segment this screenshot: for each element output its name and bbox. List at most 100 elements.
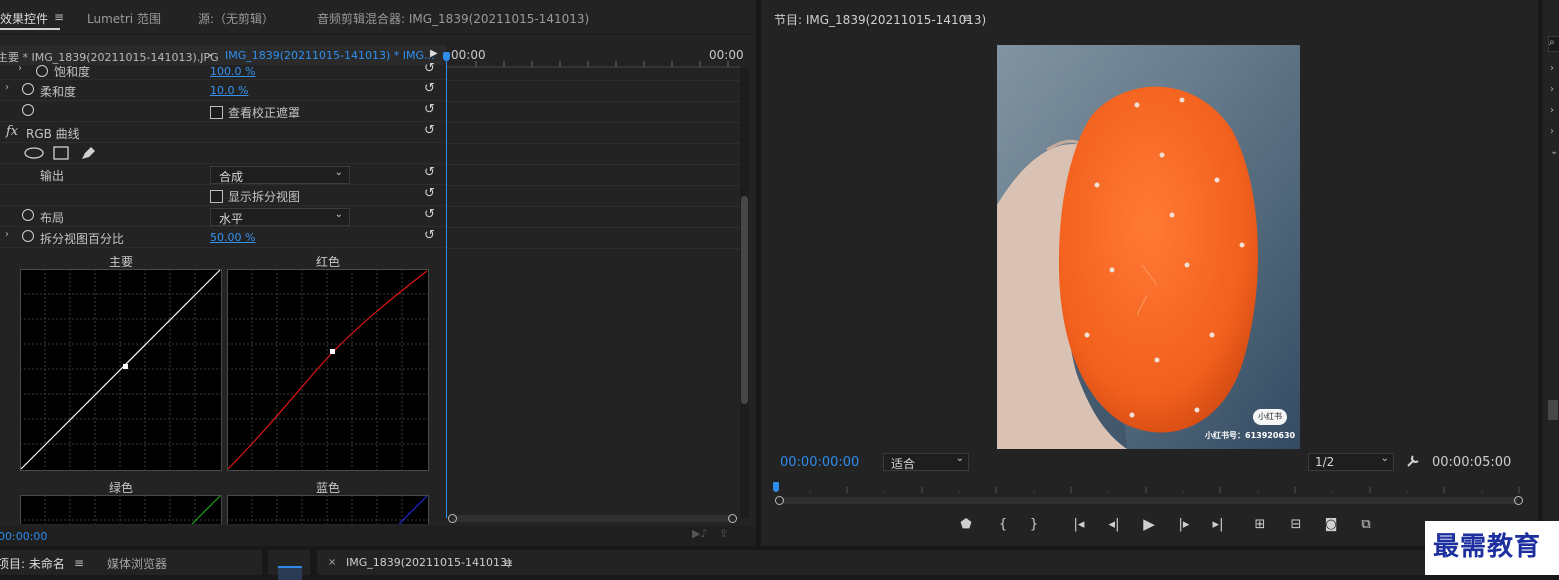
sequence-panel-menu-icon[interactable]: ≡: [503, 556, 513, 570]
tab-media-browser[interactable]: 媒体浏览器: [107, 555, 167, 572]
tab-label: 源:（无剪辑）: [198, 12, 275, 26]
horizontal-scrollbar[interactable]: [452, 515, 732, 522]
go-to-in-button[interactable]: |◂: [1069, 517, 1089, 532]
audio-icon[interactable]: ▶♪: [692, 527, 707, 540]
chevron-down-icon[interactable]: ⌄: [206, 48, 214, 59]
program-playhead[interactable]: [773, 482, 779, 492]
view-mask-label: 查看校正遮罩: [228, 106, 301, 120]
reset-icon[interactable]: ↺: [424, 186, 435, 201]
stopwatch-icon[interactable]: [22, 209, 34, 221]
chevron-down-icon[interactable]: ⌄: [1550, 146, 1558, 157]
output-dropdown-value: 合成: [219, 170, 244, 184]
reset-icon[interactable]: ↺: [424, 102, 435, 117]
effect-controls-timecode[interactable]: 00:00:00: [0, 530, 47, 543]
reset-icon[interactable]: ↺: [424, 81, 435, 96]
stopwatch-icon[interactable]: [36, 65, 48, 77]
wrench-icon[interactable]: [1406, 454, 1420, 468]
stopwatch-icon[interactable]: [22, 83, 34, 95]
step-back-button[interactable]: ◂|: [1104, 517, 1124, 532]
saturation-value[interactable]: 100.0 %: [210, 65, 255, 78]
split-view-checkbox[interactable]: [210, 190, 223, 203]
tab-audio-clip-mixer[interactable]: 音频剪辑混合器: IMG_1839(20211015-141013): [317, 10, 589, 27]
insert-button[interactable]: ⊞: [1250, 517, 1270, 532]
expand-chevron-icon[interactable]: ›: [5, 82, 9, 93]
expand-chevron-icon[interactable]: ›: [18, 63, 22, 74]
resolution-dropdown[interactable]: 1/2 ⌄: [1308, 453, 1394, 471]
video-frame[interactable]: 小红书 小红书号：613920630: [997, 45, 1300, 449]
blue-curve-graph[interactable]: [227, 495, 429, 524]
ellipse-mask-icon[interactable]: [24, 147, 44, 159]
project-panel-menu-icon[interactable]: ≡: [74, 556, 84, 570]
selection-tool-icon[interactable]: [278, 566, 302, 580]
chevron-right-icon[interactable]: ›: [1550, 84, 1554, 95]
layout-dropdown[interactable]: 水平 ⌄: [210, 208, 350, 226]
scroll-handle-left[interactable]: [448, 514, 457, 523]
master-curve-point[interactable]: [123, 364, 128, 369]
go-to-out-button[interactable]: ▸|: [1208, 517, 1228, 532]
rgb-curves-label: RGB 曲线: [26, 127, 80, 141]
search-icon[interactable]: ⌕: [1548, 36, 1559, 52]
effect-row-rgb-curves: fx RGB 曲线 ↺: [0, 122, 446, 143]
expand-chevron-icon[interactable]: ›: [5, 229, 9, 240]
view-mask-checkbox[interactable]: [210, 106, 223, 119]
mark-in-button[interactable]: {: [993, 517, 1013, 532]
add-marker-button[interactable]: ⬟: [956, 517, 976, 532]
fx-icon[interactable]: fx: [6, 124, 18, 139]
split-percent-value[interactable]: 50.00 %: [210, 231, 255, 244]
program-current-timecode[interactable]: 00:00:00:00: [780, 455, 859, 470]
fit-dropdown[interactable]: 适合 ⌄: [883, 453, 969, 471]
program-panel-menu-icon[interactable]: ≡: [962, 11, 972, 25]
reset-icon[interactable]: ↺: [424, 165, 435, 180]
red-curve-point[interactable]: [330, 349, 335, 354]
vertical-scrollbar-thumb[interactable]: [741, 196, 748, 404]
reset-icon[interactable]: ↺: [424, 228, 435, 243]
rectangle-mask-icon[interactable]: [53, 146, 69, 160]
side-scrollbar-thumb[interactable]: [1548, 400, 1558, 420]
softness-label: 柔和度: [40, 85, 77, 99]
program-scroll-handle-left[interactable]: [775, 496, 784, 505]
tab-sequence[interactable]: IMG_1839(20211015-141013): [346, 556, 511, 569]
mark-out-button[interactable]: }: [1024, 517, 1044, 532]
fit-dropdown-value: 适合: [891, 457, 916, 471]
reset-icon[interactable]: ↺: [424, 61, 435, 76]
overwrite-button[interactable]: ⊟: [1286, 517, 1306, 532]
green-curve-graph[interactable]: [20, 495, 222, 524]
program-scroll-handle-right[interactable]: [1514, 496, 1523, 505]
export-icon[interactable]: ⇪: [719, 527, 728, 540]
close-icon[interactable]: ×: [328, 557, 336, 568]
panel-menu-icon[interactable]: ≡: [54, 10, 64, 24]
stopwatch-icon[interactable]: [22, 104, 34, 116]
step-forward-button[interactable]: |▸: [1174, 517, 1194, 532]
softness-value[interactable]: 10.0 %: [210, 84, 248, 97]
tab-lumetri-scopes[interactable]: Lumetri 范围: [87, 10, 161, 27]
chevron-right-icon[interactable]: ›: [1550, 105, 1554, 116]
scroll-handle-right[interactable]: [728, 514, 737, 523]
program-monitor-title[interactable]: 节目: IMG_1839(20211015-141013): [774, 11, 986, 28]
image-badge-text: 小红书: [1258, 412, 1282, 421]
reset-icon[interactable]: ↺: [424, 207, 435, 222]
play-button[interactable]: ▶: [1139, 515, 1159, 533]
export-frame-camera-icon[interactable]: ◙: [1321, 517, 1341, 532]
program-timeline-ruler[interactable]: [774, 481, 1526, 495]
master-curve-graph[interactable]: [20, 269, 222, 471]
output-dropdown[interactable]: 合成 ⌄: [210, 166, 350, 184]
stopwatch-icon[interactable]: [22, 230, 34, 242]
chevron-right-icon[interactable]: ›: [1550, 63, 1554, 74]
red-curve-graph[interactable]: [227, 269, 429, 471]
mask-tools-row: [0, 143, 446, 164]
tab-source[interactable]: 源:（无剪辑）: [198, 10, 274, 27]
tab-effect-controls[interactable]: 效果控件: [0, 10, 48, 27]
comparison-view-button[interactable]: ⧉: [1356, 517, 1376, 532]
property-row-view-mask: 查看校正遮罩 ↺: [0, 101, 446, 122]
pen-mask-icon[interactable]: [79, 145, 97, 161]
play-only-clip-icon[interactable]: ▶: [430, 48, 438, 59]
reset-icon[interactable]: ↺: [424, 123, 435, 138]
saturation-label: 饱和度: [54, 65, 91, 79]
chevron-down-icon: ⌄: [334, 209, 343, 220]
tab-project[interactable]: 项目: 未命名: [0, 555, 65, 572]
active-tab-underline: [0, 28, 60, 30]
program-scrollbar[interactable]: [782, 497, 1518, 504]
chevron-right-icon[interactable]: ›: [1550, 126, 1554, 137]
playhead-handle[interactable]: [443, 52, 450, 61]
sequence-clip-label[interactable]: IMG_1839(20211015-141013) * IMG...: [225, 49, 435, 62]
